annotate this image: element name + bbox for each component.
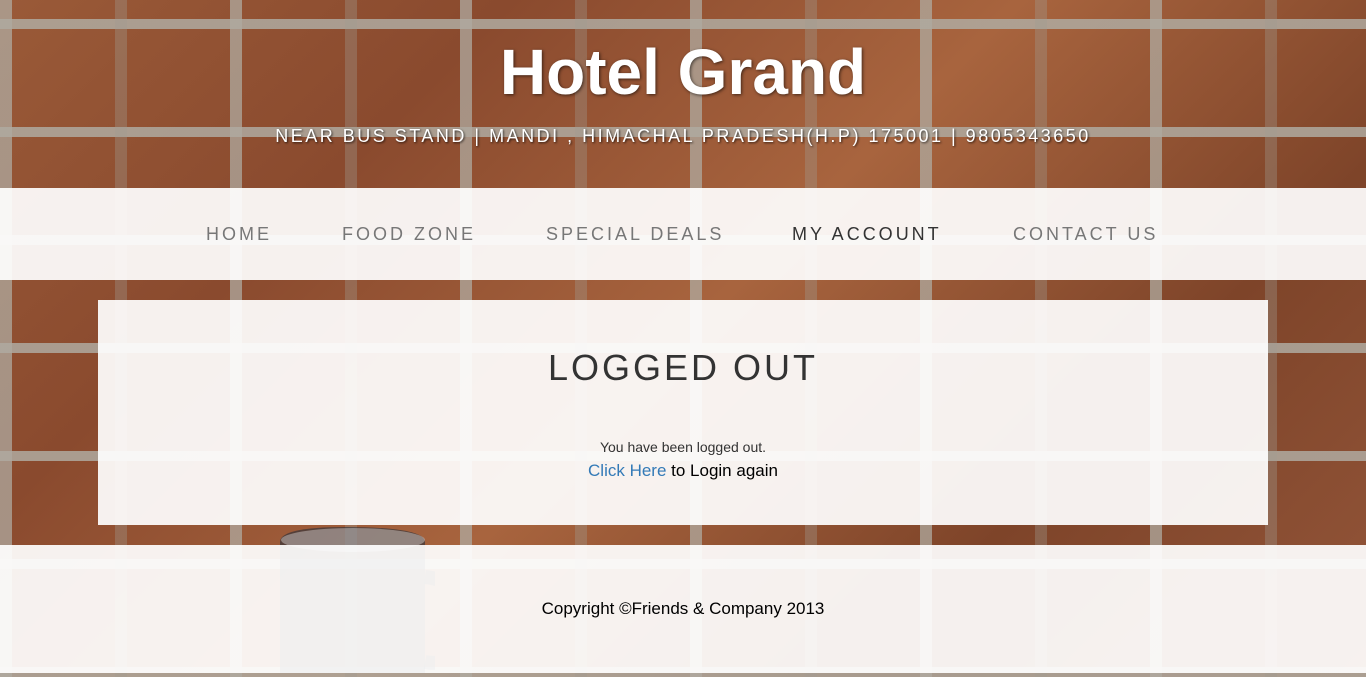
site-title: Hotel Grand xyxy=(499,36,867,108)
login-again-text: to Login again xyxy=(666,461,778,480)
logout-message: You have been logged out. xyxy=(599,439,767,455)
site-address-phone: NEAR BUS STAND | MANDI , HIMACHAL PRADES… xyxy=(275,126,1091,146)
copyright-text: Copyright ©Friends & Company 2013 xyxy=(541,599,825,618)
nav-item-home[interactable]: HOME xyxy=(206,224,272,244)
site-header: Hotel Grand NEAR BUS STAND | MANDI , HIM… xyxy=(0,0,1366,188)
page-title: LOGGED OUT xyxy=(547,347,819,388)
site-footer: Copyright ©Friends & Company 2013 xyxy=(0,545,1366,673)
login-again-line: Click Here to Login again xyxy=(98,460,1268,482)
nav-item-food-zone[interactable]: FOOD ZONE xyxy=(342,224,476,244)
nav-item-special-deals[interactable]: SPECIAL DEALS xyxy=(546,224,724,244)
logout-panel: LOGGED OUT You have been logged out. Cli… xyxy=(98,300,1268,525)
nav-item-my-account[interactable]: MY ACCOUNT xyxy=(792,224,942,244)
nav-item-contact-us[interactable]: CONTACT US xyxy=(1013,224,1158,244)
click-here-login-link[interactable]: Click Here xyxy=(588,461,666,480)
